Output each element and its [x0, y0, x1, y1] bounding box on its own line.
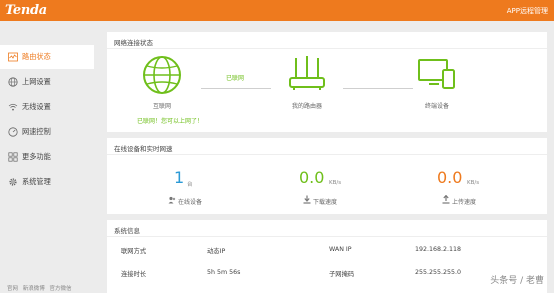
- online-devices-unit: 台: [187, 182, 193, 188]
- info-value: 192.168.2.118: [415, 246, 462, 253]
- sidebar-item-router-status[interactable]: 路由状态: [0, 45, 94, 69]
- grid-icon: [8, 152, 18, 162]
- info-key: 联网方式: [121, 248, 147, 255]
- sidebar-item-label: 无线设置: [22, 102, 51, 111]
- sidebar-item-internet-settings[interactable]: 上网设置: [0, 70, 94, 94]
- brand-logo[interactable]: Tenda: [5, 3, 47, 18]
- sidebar-item-wireless-settings[interactable]: 无线设置: [0, 95, 94, 119]
- divider: [107, 236, 547, 237]
- info-value: 255.255.255.0: [415, 269, 462, 276]
- download-speed-value: 0.0: [299, 168, 325, 187]
- wave-icon: [8, 52, 18, 62]
- sidebar-item-more-functions[interactable]: 更多功能: [0, 145, 94, 169]
- sidebar-item-system-management[interactable]: 系统管理: [0, 170, 94, 194]
- wifi-icon: [8, 103, 18, 111]
- connection-status-panel: 网络连接状态 互联网 已联网 我的路由器 终端设备 已联网！您可以上网了！: [107, 32, 547, 132]
- info-value: 动态IP: [207, 248, 226, 255]
- download-speed-unit: KB/s: [329, 180, 342, 186]
- footer-link-website[interactable]: 官网: [7, 286, 18, 292]
- sidebar-item-label: 系统管理: [22, 177, 51, 186]
- connection-message: 已联网！您可以上网了！: [137, 118, 204, 125]
- globe-icon: [8, 77, 18, 87]
- sidebar-item-label: 上网设置: [22, 77, 51, 86]
- top-bar: Tenda APP远程管理: [0, 0, 554, 21]
- panel-title: 网络连接状态: [114, 39, 153, 47]
- footer-links: 官网 新浪微博 官方微信: [7, 284, 75, 292]
- online-devices-count: 1: [174, 168, 185, 187]
- sidebar-item-speed-control[interactable]: 网速控制: [0, 120, 94, 144]
- info-key: WAN IP: [329, 246, 352, 253]
- internet-label: 互联网: [152, 103, 171, 110]
- panel-title: 系统信息: [114, 227, 140, 235]
- link-line-left: [201, 88, 271, 89]
- watermark: 头条号 / 老曹: [490, 276, 544, 286]
- divider: [107, 48, 547, 49]
- router-label: 我的路由器: [291, 103, 322, 110]
- terminal-devices-icon: [418, 59, 455, 89]
- sidebar-item-label: 网速控制: [22, 127, 51, 136]
- gear-icon: [9, 178, 17, 186]
- upload-speed-value: 0.0: [437, 168, 463, 187]
- info-key: 连接时长: [121, 271, 147, 278]
- users-icon: [168, 196, 176, 204]
- upload-speed-label: 上传速度: [452, 199, 477, 206]
- download-icon: [303, 195, 311, 204]
- link-line-right: [343, 88, 413, 89]
- internet-globe-icon: [143, 56, 181, 94]
- info-value: 5h 5m 56s: [207, 269, 241, 276]
- download-speed-label: 下载速度: [313, 199, 338, 206]
- sidebar: 路由状态 上网设置 无线设置 网速控制 更多功能 系统管理 官网 新浪微博 官方…: [0, 21, 94, 293]
- system-info-panel: 系统信息 联网方式 动态IP WAN IP 192.168.2.118 连接时长…: [107, 220, 547, 293]
- upload-speed-unit: KB/s: [467, 180, 480, 186]
- sidebar-item-label: 更多功能: [22, 152, 51, 161]
- router-icon: [289, 56, 325, 90]
- footer-link-wechat[interactable]: 官方微信: [50, 286, 72, 292]
- panel-title: 在线设备和实时网速: [114, 145, 173, 153]
- divider: [107, 154, 547, 155]
- sidebar-item-label: 路由状态: [22, 52, 51, 61]
- speed-panel: 在线设备和实时网速 1 台 在线设备 0.0 KB/s 下载速度 0.0 KB/…: [107, 138, 547, 214]
- footer-link-weibo[interactable]: 新浪微博: [23, 286, 45, 292]
- info-key: 子网掩码: [329, 271, 355, 278]
- link-status: 已联网: [225, 75, 244, 82]
- gauge-icon: [8, 127, 18, 137]
- upload-icon: [442, 195, 450, 204]
- device-label: 终端设备: [424, 103, 449, 110]
- online-devices-label: 在线设备: [178, 199, 203, 206]
- app-remote-link[interactable]: APP远程管理: [507, 6, 548, 16]
